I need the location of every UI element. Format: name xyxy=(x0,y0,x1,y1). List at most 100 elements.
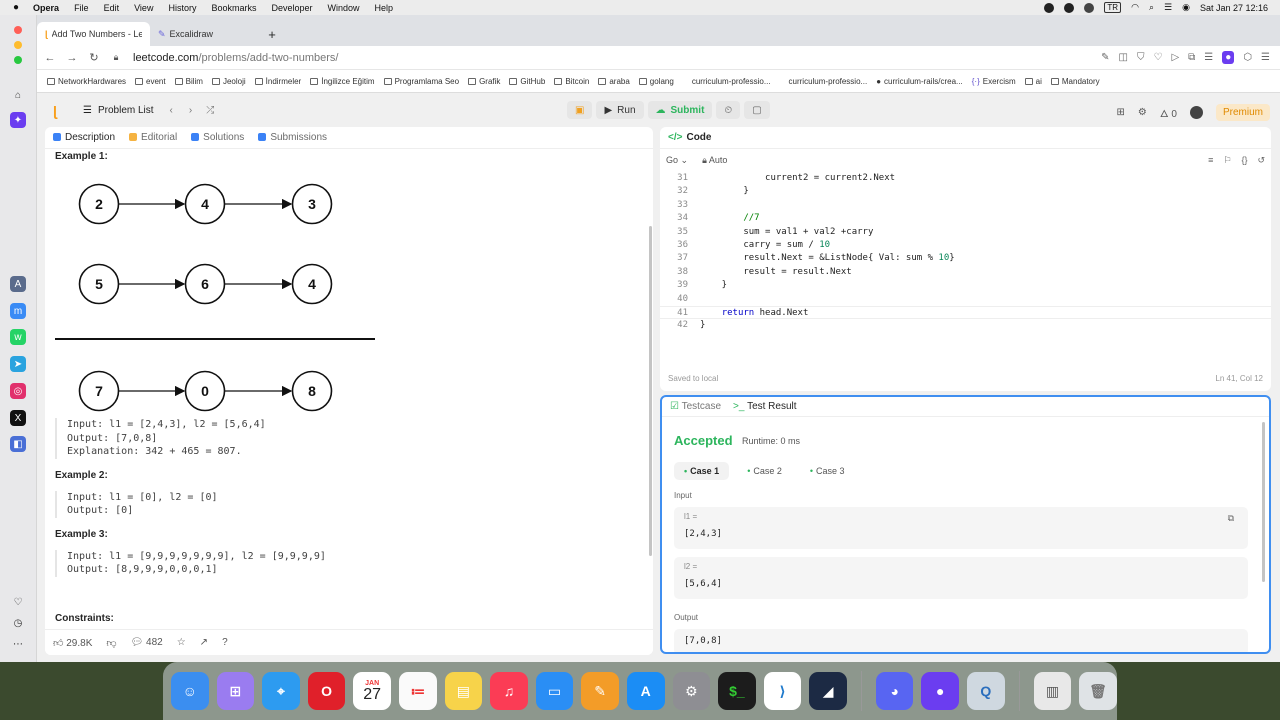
whatsapp-icon[interactable]: w xyxy=(10,329,26,345)
bookmark-item[interactable]: Programlama Seo xyxy=(383,77,459,86)
notes-icon[interactable]: ▤ xyxy=(444,672,483,710)
window-minimize-button[interactable] xyxy=(14,41,22,49)
like-button[interactable]: 👍︎ 29.8K xyxy=(53,637,92,649)
menu-help[interactable]: Help xyxy=(375,3,394,13)
bookmark-item[interactable]: curriculum-professio... xyxy=(692,77,771,86)
pages-icon[interactable]: ✎ xyxy=(581,672,619,710)
tab-description[interactable]: Description xyxy=(53,132,115,143)
heart-icon[interactable]: ♡ xyxy=(1153,52,1162,63)
submit-button[interactable]: ☁ Submit xyxy=(647,101,713,119)
list-icon[interactable]: ☰ xyxy=(83,105,92,116)
trash-icon[interactable]: 🗑︎ xyxy=(1079,672,1117,710)
bookmark-item[interactable]: İndirmeler xyxy=(254,77,301,86)
menu-file[interactable]: File xyxy=(74,3,89,13)
notes-icon[interactable]: ▢ xyxy=(744,101,770,119)
player-icon[interactable]: ▷ xyxy=(1171,52,1179,63)
tab-submissions[interactable]: Submissions xyxy=(258,132,327,143)
instagram-icon[interactable]: ◎ xyxy=(10,383,26,399)
control-center-icon[interactable]: ☰ xyxy=(1164,2,1172,13)
calendar-icon[interactable]: JAN 27 xyxy=(353,672,391,710)
bookmark-item[interactable]: GitHub xyxy=(509,77,545,86)
help-icon[interactable]: ? xyxy=(222,637,228,648)
bookmark-item[interactable]: Jeoloji xyxy=(211,77,246,86)
launchpad-icon[interactable]: ⊞ xyxy=(216,672,255,710)
code-line[interactable]: 35 sum = val1 + val2 +carry xyxy=(660,226,1271,239)
dislike-icon[interactable]: 👎︎ xyxy=(106,637,116,649)
music-icon[interactable]: ♫ xyxy=(490,672,528,710)
extensions-icon[interactable]: ⧉ xyxy=(1188,52,1195,63)
format-icon[interactable]: ≡ xyxy=(1208,155,1213,166)
code-line[interactable]: 38 result = result.Next xyxy=(660,266,1271,279)
bookmark-item[interactable]: golang xyxy=(638,77,674,86)
tab-solutions[interactable]: Solutions xyxy=(191,132,244,143)
auto-mode[interactable]: 🔒︎ Auto xyxy=(702,155,727,166)
play-icon[interactable] xyxy=(1084,2,1095,13)
input-source[interactable]: TR xyxy=(1104,2,1122,13)
next-problem-icon[interactable]: › xyxy=(189,105,192,116)
code-line[interactable]: 34 //7 xyxy=(660,212,1271,225)
case-2-tab[interactable]: • Case 2 xyxy=(737,462,792,480)
discord-icon[interactable]: ◕ xyxy=(875,672,914,710)
new-tab-button[interactable]: + xyxy=(262,22,282,46)
edit-icon[interactable]: ✎ xyxy=(1101,52,1109,63)
more-icon[interactable]: ⋯ xyxy=(10,636,26,652)
premium-button[interactable]: Premium xyxy=(1215,104,1270,121)
menu-opera[interactable]: Opera xyxy=(33,3,59,13)
result-scrollbar[interactable] xyxy=(1262,422,1265,582)
tab-excalidraw[interactable]: ✎ Excalidraw xyxy=(150,22,262,46)
messenger-icon[interactable]: m xyxy=(10,303,26,319)
x-twitter-icon[interactable]: X xyxy=(10,410,26,426)
braces-icon[interactable]: {} xyxy=(1241,155,1247,166)
description-scrollbar[interactable] xyxy=(649,226,652,556)
avatar[interactable] xyxy=(1189,106,1203,119)
bookmark-item[interactable]: ai xyxy=(1024,77,1042,86)
comments-button[interactable]: 💬︎ 482 xyxy=(131,637,163,648)
code-line[interactable]: 36 carry = sum / 10 xyxy=(660,239,1271,252)
menu-history[interactable]: History xyxy=(168,3,196,13)
code-line[interactable]: 32 } xyxy=(660,185,1271,198)
menu-developer[interactable]: Developer xyxy=(271,3,312,13)
bookmark-item[interactable]: event xyxy=(135,77,166,86)
finder-icon[interactable]: ☺ xyxy=(171,672,209,710)
reminders-icon[interactable]: ≔ xyxy=(398,672,437,710)
aria-app-icon[interactable]: ● xyxy=(921,672,960,710)
reload-icon[interactable]: ↻ xyxy=(83,51,105,64)
forward-icon[interactable]: → xyxy=(61,52,83,64)
window-close-button[interactable] xyxy=(14,26,22,34)
copy-icon[interactable]: ⧉ xyxy=(1228,513,1234,524)
opera-icon[interactable]: O xyxy=(307,672,346,710)
code-line[interactable]: 31 current2 = current2.Next xyxy=(660,172,1271,185)
keynote-icon[interactable]: ▭ xyxy=(535,672,574,710)
tab-leetcode[interactable]: ɭ Add Two Numbers - Lee xyxy=(37,22,150,46)
leetcode-logo-icon[interactable]: ɭ xyxy=(53,103,65,119)
downloads-icon[interactable]: ▥ xyxy=(1033,672,1072,710)
code-line[interactable]: 42} xyxy=(660,319,1271,332)
code-line[interactable]: 37 result.Next = &ListNode{ Val: sum % 1… xyxy=(660,252,1271,265)
bookmark-item[interactable]: araba xyxy=(598,77,630,86)
code-line[interactable]: 39 } xyxy=(660,279,1271,292)
home-icon[interactable]: ⌂ xyxy=(10,87,26,103)
app-store-icon[interactable]: A xyxy=(626,672,665,710)
menubar-clock[interactable]: Sat Jan 27 12:16 xyxy=(1200,3,1268,13)
terminal-icon[interactable]: $_ xyxy=(718,672,756,710)
bookmark-item[interactable]: Bitcoin xyxy=(554,77,589,86)
bookmark-item[interactable]: curriculum-professio... xyxy=(789,77,868,86)
menu-edit[interactable]: Edit xyxy=(104,3,120,13)
tab-editorial[interactable]: Editorial xyxy=(129,132,177,143)
vpn-icon[interactable]: ◧ xyxy=(10,436,26,452)
box-icon[interactable]: ⬡ xyxy=(1243,52,1252,63)
tab-test-result[interactable]: >_ Test Result xyxy=(733,401,796,412)
aria-icon[interactable]: ✦ xyxy=(10,112,26,128)
bookmark-icon[interactable]: ⚐ xyxy=(1223,155,1231,166)
code-line[interactable]: 40 xyxy=(660,293,1271,306)
reset-icon[interactable]: ↺ xyxy=(1257,155,1265,166)
code-line[interactable]: 33 xyxy=(660,199,1271,212)
wifi-icon[interactable]: ◠ xyxy=(1131,2,1139,13)
prev-problem-icon[interactable]: ‹ xyxy=(170,105,173,116)
app-store-icon[interactable]: A xyxy=(10,276,26,292)
safari-icon[interactable]: ⌖ xyxy=(262,672,300,710)
camera-icon[interactable]: ◫ xyxy=(1119,52,1128,63)
siri-icon[interactable]: ◉ xyxy=(1182,2,1190,13)
case-3-tab[interactable]: • Case 3 xyxy=(800,462,855,480)
history-clock-icon[interactable]: ◷ xyxy=(10,615,26,631)
